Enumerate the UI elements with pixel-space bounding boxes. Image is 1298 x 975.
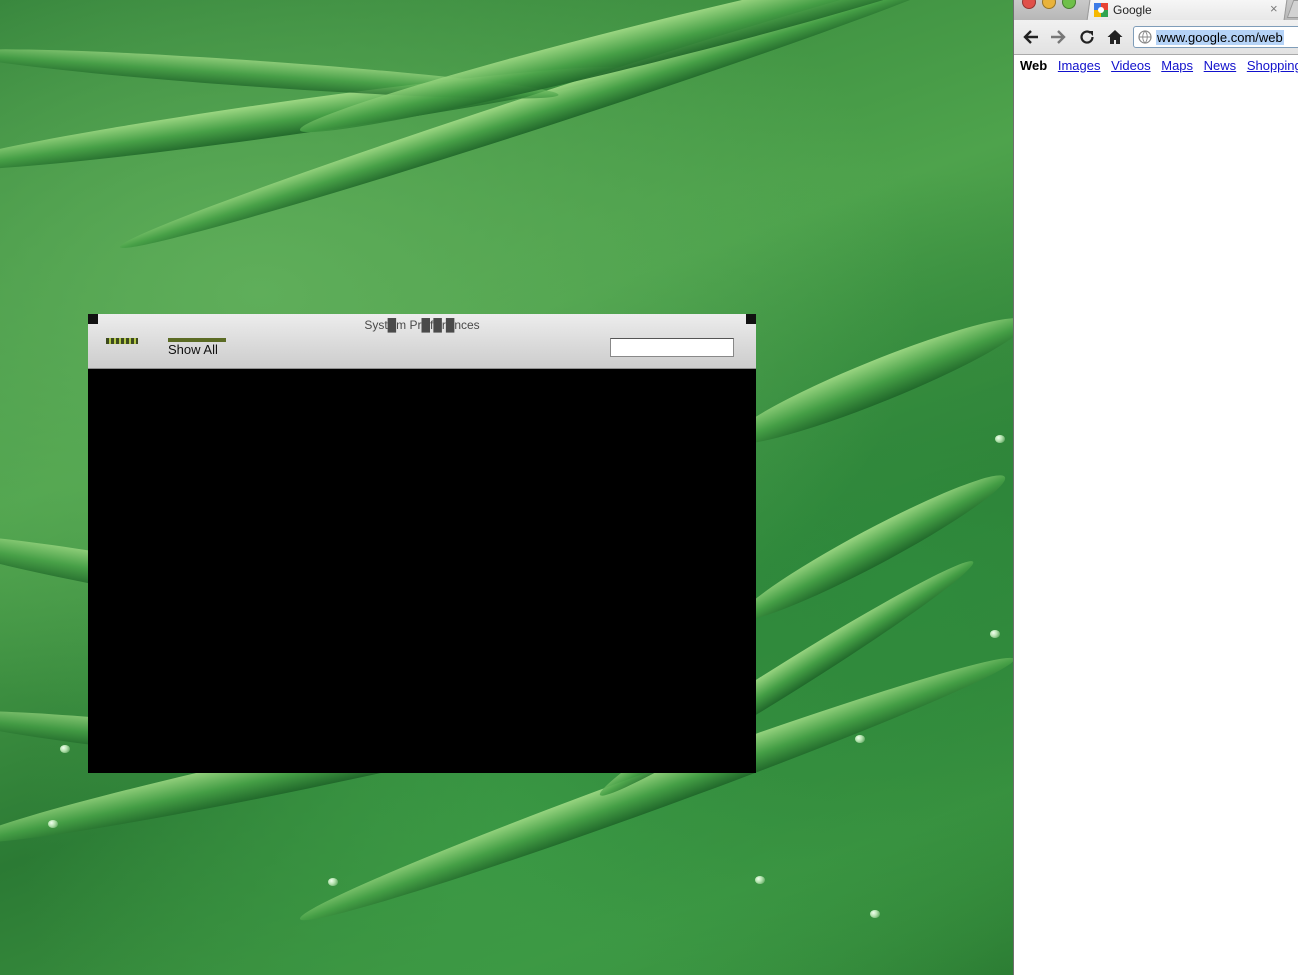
new-tab-button[interactable] bbox=[1286, 0, 1298, 18]
tab-close-icon[interactable]: × bbox=[1270, 1, 1278, 16]
zoom-window-icon[interactable] bbox=[1062, 0, 1076, 9]
address-bar-url: www.google.com/web bbox=[1156, 29, 1284, 45]
system-preferences-window: Syst█m Pr█f█r█nces Show All bbox=[88, 314, 756, 773]
wallpaper-water-drop bbox=[60, 745, 70, 753]
wallpaper-grass-blade bbox=[722, 301, 1035, 461]
browser-page-content bbox=[1014, 80, 1298, 975]
reload-icon bbox=[1080, 30, 1094, 44]
wallpaper-water-drop bbox=[328, 878, 338, 886]
home-icon bbox=[1107, 30, 1123, 44]
syspref-content-area bbox=[88, 369, 756, 773]
wallpaper-water-drop bbox=[995, 435, 1005, 443]
wallpaper-water-drop bbox=[870, 910, 880, 918]
forward-button[interactable] bbox=[1047, 26, 1069, 48]
wallpaper-water-drop bbox=[755, 876, 765, 884]
tab-title: Google bbox=[1113, 3, 1152, 17]
google-favicon-icon bbox=[1094, 3, 1108, 17]
home-button[interactable] bbox=[1104, 26, 1126, 48]
show-all-button[interactable]: Show All bbox=[168, 338, 226, 357]
page-globe-icon bbox=[1138, 30, 1152, 44]
back-button[interactable] bbox=[1020, 26, 1042, 48]
browser-tab-strip: Google × bbox=[1014, 0, 1298, 20]
forward-arrow-icon bbox=[1051, 30, 1066, 44]
syspref-window-title: Syst█m Pr█f█r█nces bbox=[364, 318, 480, 332]
desktop: Syst█m Pr█f█r█nces Show All Google × www… bbox=[0, 0, 1298, 975]
syspref-titlebar[interactable]: Syst█m Pr█f█r█nces Show All bbox=[88, 314, 756, 369]
minimize-window-icon[interactable] bbox=[1042, 0, 1056, 9]
close-window-icon[interactable] bbox=[1022, 0, 1036, 9]
nav-videos[interactable]: Videos bbox=[1111, 58, 1151, 73]
nav-news[interactable]: News bbox=[1204, 58, 1237, 73]
address-bar[interactable]: www.google.com/web bbox=[1133, 26, 1298, 48]
browser-toolbar: www.google.com/web bbox=[1014, 20, 1298, 55]
google-nav-bar: Web Images Videos Maps News Shopping bbox=[1020, 58, 1298, 78]
nav-shopping[interactable]: Shopping bbox=[1247, 58, 1298, 73]
browser-window: Google × www.google.com/web Web Images V… bbox=[1013, 0, 1298, 975]
syspref-search-input[interactable] bbox=[610, 338, 734, 357]
wallpaper-water-drop bbox=[48, 820, 58, 828]
tab-google-content[interactable]: Google bbox=[1094, 0, 1152, 20]
reload-button[interactable] bbox=[1076, 26, 1098, 48]
wallpaper-water-drop bbox=[855, 735, 865, 743]
nav-web[interactable]: Web bbox=[1020, 58, 1047, 73]
back-forward-buttons[interactable] bbox=[106, 338, 138, 344]
nav-maps[interactable]: Maps bbox=[1161, 58, 1193, 73]
wallpaper-water-drop bbox=[990, 630, 1000, 638]
back-arrow-icon bbox=[1023, 30, 1038, 44]
nav-images[interactable]: Images bbox=[1058, 58, 1101, 73]
